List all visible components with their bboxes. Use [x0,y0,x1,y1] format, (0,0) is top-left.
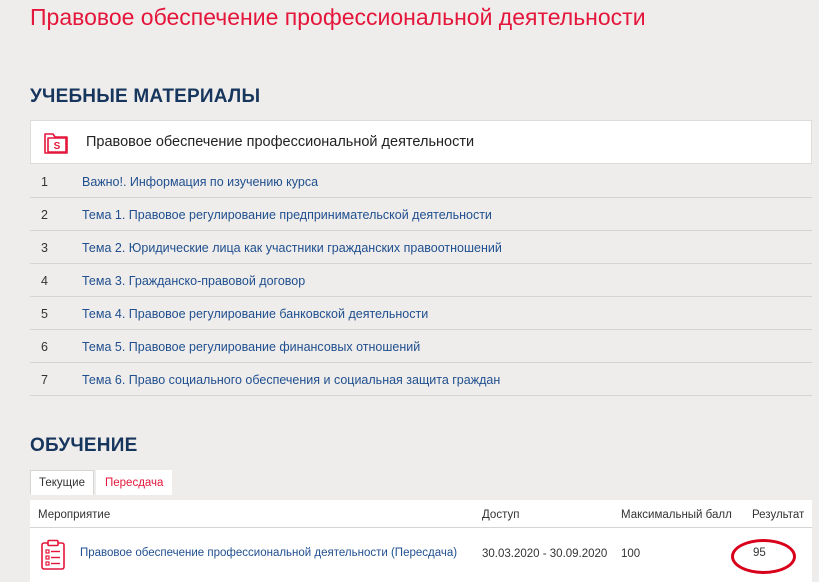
course-name: Правовое обеспечение профессиональной де… [86,134,475,150]
materials-heading: УЧЕБНЫЕ МАТЕРИАЛЫ [30,86,261,107]
topic-number: 7 [41,373,48,387]
topic-link[interactable]: Тема 2. Юридические лица как участники г… [82,241,502,255]
topic-row: 3 Тема 2. Юридические лица как участники… [30,231,812,264]
tab-retake[interactable]: Пересдача [96,470,172,495]
tab-current[interactable]: Текущие [30,470,94,495]
topic-row: 2 Тема 1. Правовое регулирование предпри… [30,198,812,231]
topic-row: 6 Тема 5. Правовое регулирование финансо… [30,330,812,363]
checklist-icon [41,539,65,570]
topic-row: 1 Важно!. Информация по изучению курса [30,165,812,198]
topic-link[interactable]: Тема 4. Правовое регулирование банковско… [82,307,428,321]
topic-number: 4 [41,274,48,288]
topic-number: 2 [41,208,48,222]
column-activity: Мероприятие [38,509,111,521]
topic-row: 5 Тема 4. Правовое регулирование банковс… [30,297,812,330]
topic-link[interactable]: Тема 1. Правовое регулирование предприни… [82,208,492,222]
course-header[interactable]: S Правовое обеспечение профессиональной … [30,120,812,164]
topic-link[interactable]: Тема 3. Гражданско-правовой договор [82,274,305,288]
activity-link[interactable]: Правовое обеспечение профессиональной де… [80,547,457,559]
column-result: Результат [752,509,805,521]
topic-row: 7 Тема 6. Право социального обеспечения … [30,363,812,396]
topic-link[interactable]: Тема 6. Право социального обеспечения и … [82,373,500,387]
table-row: Правовое обеспечение профессиональной де… [30,529,812,582]
topic-number: 3 [41,241,48,255]
access-dates: 30.03.2020 - 30.09.2020 [482,548,608,560]
topic-number: 5 [41,307,48,321]
training-heading: ОБУЧЕНИЕ [30,435,138,456]
topic-number: 1 [41,175,48,189]
column-max-score: Максимальный балл [621,509,732,521]
table-header: Мероприятие Доступ Максимальный балл Рез… [30,500,812,528]
training-table: Мероприятие Доступ Максимальный балл Рез… [30,500,812,582]
topic-row: 4 Тема 3. Гражданско-правовой договор [30,264,812,297]
folder-s-icon: S [44,133,68,154]
topic-number: 6 [41,340,48,354]
max-score-value: 100 [621,548,641,560]
topic-list: 1 Важно!. Информация по изучению курса 2… [30,165,812,396]
result-highlight-circle [731,539,796,574]
column-access: Доступ [482,509,520,521]
svg-text:S: S [54,141,61,152]
topic-link[interactable]: Тема 5. Правовое регулирование финансовы… [82,340,420,354]
page-title: Правовое обеспечение профессиональной де… [30,4,646,30]
topic-link[interactable]: Важно!. Информация по изучению курса [82,175,318,189]
